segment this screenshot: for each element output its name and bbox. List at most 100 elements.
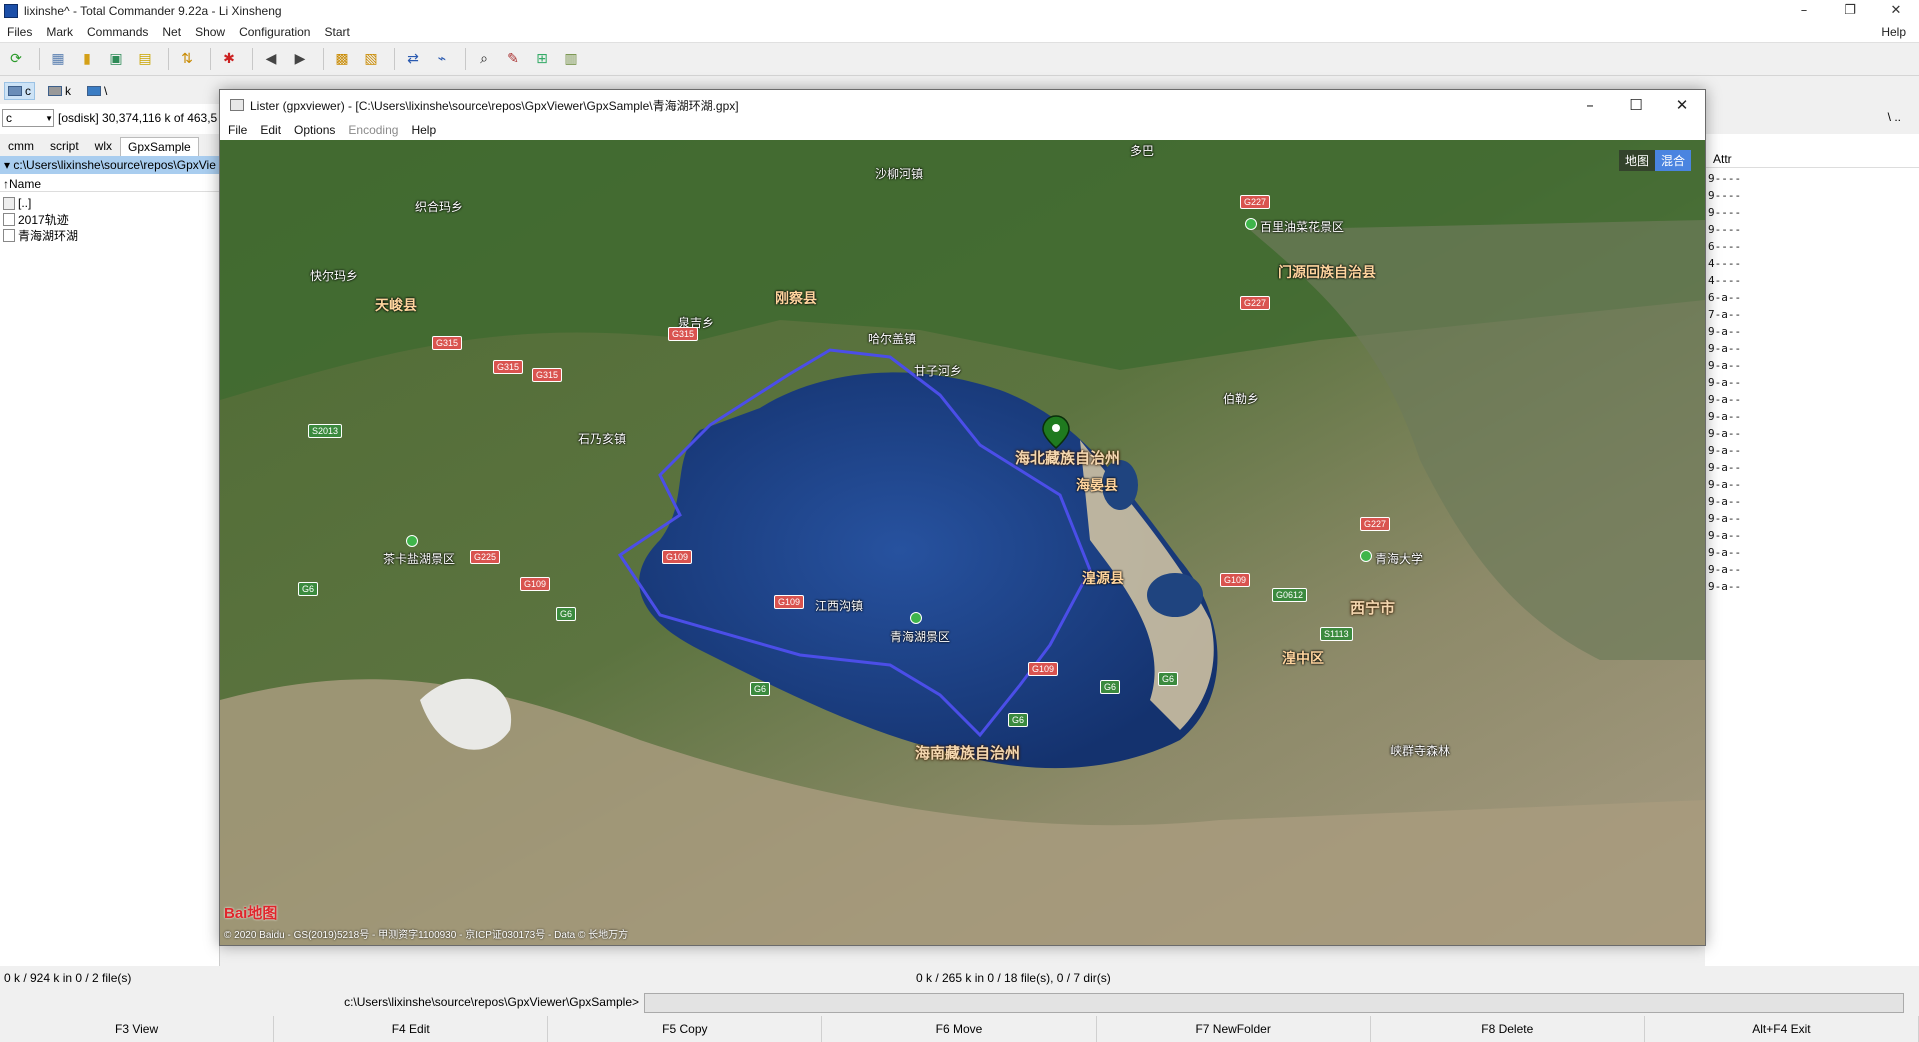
- menu-show[interactable]: Show: [188, 25, 232, 39]
- refresh-icon[interactable]: ⟳: [4, 47, 28, 71]
- map-label-qhh: 青海湖景区: [890, 630, 951, 644]
- tab-script[interactable]: script: [42, 136, 87, 156]
- attr-cell: 9-a--: [1708, 461, 1742, 474]
- menu-commands[interactable]: Commands: [80, 25, 155, 39]
- drive-icon: [48, 86, 62, 96]
- search-icon[interactable]: ⌕: [472, 47, 496, 71]
- compare-icon[interactable]: ▤: [133, 47, 157, 71]
- notepad-icon[interactable]: ▥: [559, 47, 583, 71]
- column-header-label: Name: [9, 177, 42, 191]
- map-label-shinaihai: 石乃亥镇: [578, 432, 627, 446]
- map-label-xiaqun: 峡群寺森林: [1390, 744, 1451, 758]
- attr-cell: 6-a--: [1708, 291, 1742, 304]
- lister-menu-options[interactable]: Options: [294, 123, 335, 137]
- close-button[interactable]: ✕: [1873, 0, 1919, 22]
- tab-wlx[interactable]: wlx: [87, 136, 120, 156]
- map-label-kuerma: 快尔玛乡: [310, 269, 359, 283]
- lister-close-button[interactable]: ✕: [1659, 90, 1705, 120]
- menu-start[interactable]: Start: [317, 25, 356, 39]
- drive-network-button[interactable]: \: [84, 83, 110, 99]
- list-item[interactable]: 2017轨迹: [3, 211, 69, 227]
- satellite-map: [220, 140, 1705, 945]
- attr-cell: 9-a--: [1708, 563, 1742, 576]
- attr-cell: 4----: [1708, 274, 1742, 287]
- left-status-bar: 0 k / 924 k in 0 / 2 file(s): [0, 966, 910, 990]
- list-item[interactable]: 青海湖环湖: [3, 227, 78, 243]
- menu-net[interactable]: Net: [155, 25, 188, 39]
- folder-tabs: cmm script wlx GpxSample: [0, 134, 220, 156]
- f5-copy-button[interactable]: F5 Copy: [548, 1016, 823, 1042]
- drive-label: k: [65, 84, 71, 98]
- ftp-icon[interactable]: ⇄: [401, 47, 425, 71]
- lister-titlebar: Lister (gpxviewer) - [C:\Users\lixinshe\…: [220, 90, 1705, 120]
- lister-menu-edit[interactable]: Edit: [260, 123, 281, 137]
- pack-icon[interactable]: ▩: [330, 47, 354, 71]
- drive-k-button[interactable]: k: [45, 83, 74, 99]
- lake-gahai: [1147, 573, 1203, 617]
- rename-icon[interactable]: ✎: [501, 47, 525, 71]
- attr-cell: 9-a--: [1708, 444, 1742, 457]
- drive-icon: [8, 86, 22, 96]
- attr-cell: 9-a--: [1708, 410, 1742, 423]
- road-shield: G315: [432, 336, 463, 350]
- thumbnails-icon[interactable]: ▣: [104, 47, 128, 71]
- map-view[interactable]: 地图 混合 海北藏族自治州 海南藏族自治州 西宁市 门源回族自治县 天峻县 海晏…: [220, 140, 1705, 945]
- toolbar-separator: [465, 48, 466, 70]
- drive-select[interactable]: c ▼: [2, 109, 54, 127]
- f7-newfolder-button[interactable]: F7 NewFolder: [1097, 1016, 1371, 1042]
- toolbar-separator: [394, 48, 395, 70]
- drive-label: c: [25, 84, 31, 98]
- menu-mark[interactable]: Mark: [39, 25, 80, 39]
- multi-rename-icon[interactable]: ⊞: [530, 47, 554, 71]
- f6-move-button[interactable]: F6 Move: [822, 1016, 1097, 1042]
- minimize-button[interactable]: –: [1781, 0, 1827, 22]
- url-icon[interactable]: ⌁: [430, 47, 454, 71]
- toolbar-separator: [168, 48, 169, 70]
- lister-menu-help[interactable]: Help: [411, 123, 436, 137]
- unpack-icon[interactable]: ▧: [359, 47, 383, 71]
- icon-view-icon[interactable]: ▦: [46, 47, 70, 71]
- drive-select-value: c: [6, 111, 12, 125]
- right-status-bar: 0 k / 265 k in 0 / 18 file(s), 0 / 7 dir…: [912, 966, 1919, 990]
- attr-cell: 9-a--: [1708, 325, 1742, 338]
- tree-icon[interactable]: ▮: [75, 47, 99, 71]
- command-line-input[interactable]: [644, 993, 1904, 1013]
- f3-view-button[interactable]: F3 View: [0, 1016, 275, 1042]
- lister-menu-file[interactable]: File: [228, 123, 247, 137]
- exit-button[interactable]: Alt+F4 Exit: [1645, 1016, 1919, 1042]
- right-path-tail[interactable]: \ ..: [1888, 110, 1901, 124]
- menu-help[interactable]: Help: [1874, 25, 1913, 39]
- drive-label: \: [104, 84, 108, 98]
- list-item-parent[interactable]: [..]: [3, 195, 31, 211]
- forward-icon[interactable]: ▶: [288, 47, 312, 71]
- delete-icon[interactable]: ✱: [217, 47, 241, 71]
- lister-minimize-button[interactable]: –: [1567, 90, 1613, 120]
- lister-maximize-button[interactable]: ☐: [1613, 90, 1659, 120]
- current-path[interactable]: ▾ c:\Users\lixinshe\source\repos\GpxVie: [0, 156, 220, 174]
- file-icon: [3, 212, 15, 226]
- f4-edit-button[interactable]: F4 Edit: [274, 1016, 549, 1042]
- function-key-bar: F3 View F4 Edit F5 Copy F6 Move F7 NewFo…: [0, 1016, 1919, 1042]
- attr-cell: 9-a--: [1708, 546, 1742, 559]
- toolbar: ⟳ ▦ ▮ ▣ ▤ ⇅ ✱ ◀ ▶ ▩ ▧ ⇄ ⌁ ⌕ ✎ ⊞ ▥: [0, 42, 1919, 76]
- sync-icon[interactable]: ⇅: [175, 47, 199, 71]
- menu-files[interactable]: Files: [0, 25, 39, 39]
- column-header-attr[interactable]: Attr: [1705, 150, 1919, 168]
- back-icon[interactable]: ◀: [259, 47, 283, 71]
- menu-configuration[interactable]: Configuration: [232, 25, 317, 39]
- map-mode-button[interactable]: 地图: [1618, 150, 1655, 171]
- road-shield: G6: [1100, 680, 1121, 694]
- tab-cmm[interactable]: cmm: [0, 136, 42, 156]
- maximize-button[interactable]: ❐: [1827, 0, 1873, 22]
- road-shield: G109: [662, 550, 693, 564]
- map-label-shaliuhe: 沙柳河镇: [875, 167, 924, 181]
- road-shield: G6: [1158, 672, 1179, 686]
- f8-delete-button[interactable]: F8 Delete: [1371, 1016, 1645, 1042]
- tab-gpxsample[interactable]: GpxSample: [120, 137, 199, 156]
- toolbar-separator: [39, 48, 40, 70]
- hybrid-mode-button[interactable]: 混合: [1654, 150, 1691, 171]
- road-shield: G109: [774, 595, 805, 609]
- column-header-name[interactable]: ↑Name: [0, 176, 220, 192]
- file-name: 2017轨迹: [18, 212, 69, 227]
- drive-c-button[interactable]: c: [4, 82, 35, 100]
